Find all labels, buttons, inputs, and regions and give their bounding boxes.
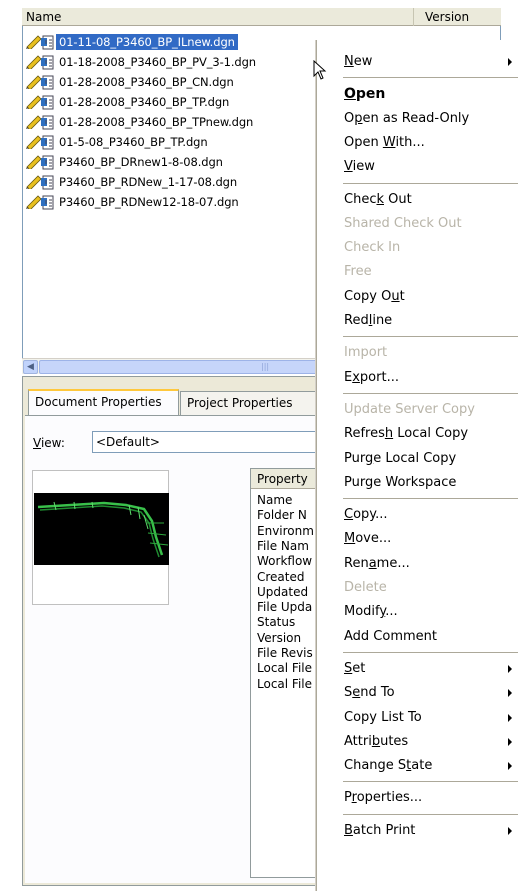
- menu-separator: [343, 781, 518, 783]
- mouse-pointer-icon: [313, 60, 327, 80]
- property-name: Local File: [257, 661, 312, 676]
- menu-item-free: Free: [344, 264, 372, 280]
- menu-item-send-to[interactable]: Send To: [344, 681, 395, 705]
- property-name: Environm: [257, 523, 314, 538]
- list-column-header: Name Version: [22, 8, 501, 26]
- property-name: Updated: [257, 584, 309, 599]
- menu-item-shared-check-out: Shared Check Out: [344, 215, 462, 231]
- scroll-thumb[interactable]: [39, 360, 322, 374]
- menu-item-refresh-local-copy[interactable]: Refresh Local Copy: [344, 422, 468, 446]
- document-thumbnail: [32, 470, 169, 605]
- menu-item-modify[interactable]: Modify...: [344, 600, 398, 624]
- document-icon: [41, 95, 54, 110]
- menu-item-copy-out[interactable]: Copy Out: [344, 285, 405, 309]
- menu-item-set[interactable]: Set: [344, 657, 365, 681]
- property-name: File Revis: [257, 646, 313, 660]
- menu-item-import: Import: [344, 345, 388, 361]
- submenu-arrow-icon: [508, 826, 512, 835]
- menu-item-new[interactable]: New: [344, 50, 372, 74]
- menu-item-purge-workspace[interactable]: Purge Workspace: [344, 471, 456, 495]
- document-icon: [41, 115, 54, 130]
- document-icon: [41, 175, 54, 190]
- property-name: Local File: [257, 676, 312, 691]
- menu-item-open[interactable]: Open: [344, 82, 385, 106]
- menu-item-add-comment[interactable]: Add Comment: [344, 625, 437, 649]
- menu-separator: [343, 392, 518, 394]
- menu-item-redline[interactable]: Redline: [344, 309, 392, 333]
- menu-item-check-in: Check In: [344, 240, 401, 256]
- document-icon: [41, 35, 54, 50]
- menu-item-attributes[interactable]: Attributes: [344, 730, 408, 754]
- property-name: Version: [257, 630, 302, 645]
- scroll-grip-icon: |||: [261, 362, 270, 371]
- file-name: P3460_BP_DRnew1-8-08.dgn: [59, 155, 223, 169]
- document-icon: [41, 195, 54, 210]
- drawing-preview-image: [34, 493, 169, 565]
- property-name: Workflow: [257, 554, 313, 569]
- file-name: 01-18-2008_P3460_BP_PV_3-1.dgn: [59, 55, 256, 69]
- menu-item-check-out[interactable]: Check Out: [344, 188, 412, 212]
- submenu-arrow-icon: [508, 737, 512, 746]
- document-icon: [41, 55, 54, 70]
- property-name: Created: [257, 569, 305, 584]
- property-name: Folder N: [257, 508, 307, 523]
- property-name: Status: [257, 615, 296, 630]
- file-name: 01-11-08_P3460_BP_ILnew.dgn: [56, 34, 238, 50]
- menu-item-view[interactable]: View: [344, 155, 375, 179]
- menu-item-move[interactable]: Move...: [344, 527, 391, 551]
- submenu-arrow-icon: [508, 713, 512, 722]
- menu-separator: [343, 651, 518, 653]
- submenu-arrow-icon: [508, 762, 512, 771]
- menu-item-purge-local-copy[interactable]: Purge Local Copy: [344, 447, 456, 471]
- menu-item-change-state[interactable]: Change State: [344, 754, 432, 778]
- document-icon: [41, 75, 54, 90]
- document-icon: [41, 135, 54, 150]
- menu-item-update-server-copy: Update Server Copy: [344, 401, 475, 417]
- file-name: 01-28-2008_P3460_BP_CN.dgn: [59, 75, 234, 89]
- menu-separator: [343, 77, 518, 79]
- horizontal-scrollbar[interactable]: ◀ |||: [22, 358, 322, 374]
- menu-separator: [343, 813, 518, 815]
- file-name: P3460_BP_RDNew12-18-07.dgn: [59, 195, 239, 209]
- menu-item-open-with[interactable]: Open With...: [344, 131, 425, 155]
- column-header-version[interactable]: Version: [414, 8, 501, 26]
- file-name: 01-5-08_P3460_BP_TP.dgn: [59, 135, 208, 149]
- property-name: File Nam: [257, 538, 309, 553]
- view-label: View:: [33, 436, 65, 450]
- menu-separator: [343, 182, 518, 184]
- submenu-arrow-icon: [508, 664, 512, 673]
- column-header-name[interactable]: Name: [22, 8, 414, 26]
- submenu-arrow-icon: [508, 689, 512, 698]
- property-name: File Upda: [257, 600, 313, 615]
- menu-item-export[interactable]: Export...: [344, 366, 399, 390]
- menu-separator: [343, 498, 518, 500]
- submenu-arrow-icon: [508, 58, 512, 66]
- menu-item-open-as-read-only[interactable]: Open as Read-Only: [344, 107, 469, 131]
- menu-item-copy[interactable]: Copy...: [344, 503, 388, 527]
- file-name: P3460_BP_RDNew_1-17-08.dgn: [59, 175, 238, 189]
- menu-item-delete: Delete: [344, 580, 387, 595]
- file-name: 01-28-2008_P3460_BP_TPnew.dgn: [59, 115, 254, 129]
- tab-project-properties[interactable]: Project Properties: [180, 391, 320, 415]
- document-icon: [41, 155, 54, 170]
- menu-item-copy-list-to[interactable]: Copy List To: [344, 706, 422, 730]
- menu-separator: [343, 336, 518, 338]
- menu-item-properties[interactable]: Properties...: [344, 786, 422, 810]
- context-menu: New Open Open as Read-Only Open With... View…: [316, 40, 519, 891]
- menu-item-rename[interactable]: Rename...: [344, 552, 410, 576]
- property-name: Name: [257, 493, 293, 507]
- menu-item-batch-print[interactable]: Batch Print: [344, 819, 415, 843]
- file-name: 01-28-2008_P3460_BP_TP.dgn: [59, 95, 230, 109]
- scroll-left-arrow-icon[interactable]: ◀: [23, 360, 38, 374]
- tab-document-properties[interactable]: Document Properties: [28, 389, 179, 415]
